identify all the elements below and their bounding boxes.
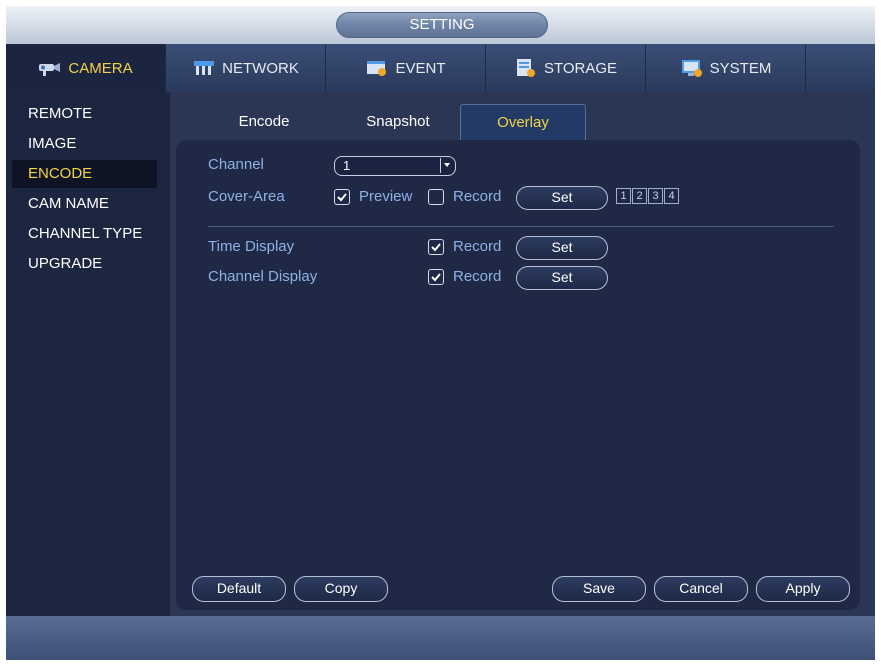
content-area: Encode Snapshot Overlay Channel 1 Cover-… <box>170 92 875 616</box>
check-icon <box>337 193 347 202</box>
tab-label: STORAGE <box>543 59 618 77</box>
cover-area-label: Cover-Area <box>208 188 285 205</box>
time-display-record-label: Record <box>453 238 502 255</box>
cover-record-label: Record <box>453 188 502 205</box>
window-title: SETTING <box>336 12 548 38</box>
channel-display-record-label: Record <box>453 268 502 285</box>
camera-icon <box>38 58 62 78</box>
channel-label: Channel <box>208 156 264 173</box>
cover-area-set-button[interactable]: Set <box>516 186 608 210</box>
cover-record-checkbox[interactable] <box>428 189 444 205</box>
sidebar-item-channel-type[interactable]: CHANNEL TYPE <box>12 220 157 248</box>
cover-region-4[interactable]: 4 <box>664 188 679 204</box>
channel-display-set-button[interactable]: Set <box>516 266 608 290</box>
bottom-bar <box>6 616 875 660</box>
time-display-record-checkbox[interactable] <box>428 239 444 255</box>
cover-preview-checkbox[interactable] <box>334 189 350 205</box>
time-display-set-button[interactable]: Set <box>516 236 608 260</box>
default-button[interactable]: Default <box>192 576 286 602</box>
tab-label: NETWORK <box>222 59 299 77</box>
tab-storage[interactable]: STORAGE <box>486 44 646 92</box>
channel-value: 1 <box>343 158 351 173</box>
subtab-encode[interactable]: Encode <box>204 104 324 140</box>
tab-camera[interactable]: CAMERA <box>6 44 166 92</box>
channel-display-label: Channel Display <box>208 268 318 285</box>
check-icon <box>431 273 441 282</box>
apply-button[interactable]: Apply <box>756 576 850 602</box>
chevron-down-icon <box>440 158 454 173</box>
main-tab-bar: CAMERA NETWORK EVENT STORAGE SYSTEM <box>6 44 875 93</box>
check-icon <box>431 243 441 252</box>
tab-event[interactable]: EVENT <box>326 44 486 92</box>
save-button[interactable]: Save <box>552 576 646 602</box>
tab-label: SYSTEM <box>709 59 772 77</box>
sidebar: REMOTE IMAGE ENCODE CAM NAME CHANNEL TYP… <box>6 92 170 616</box>
sidebar-item-remote[interactable]: REMOTE <box>12 100 157 128</box>
cancel-button[interactable]: Cancel <box>654 576 748 602</box>
time-display-label: Time Display <box>208 238 295 255</box>
cover-region-1[interactable]: 1 <box>616 188 631 204</box>
channel-display-record-checkbox[interactable] <box>428 269 444 285</box>
tab-label: CAMERA <box>68 59 133 77</box>
channel-select[interactable]: 1 <box>334 156 456 176</box>
sidebar-item-encode[interactable]: ENCODE <box>12 160 157 188</box>
sidebar-item-image[interactable]: IMAGE <box>12 130 157 158</box>
setting-window: SETTING CAMERA NETWORK EVENT STORAGE SYS… <box>6 6 875 660</box>
network-icon <box>192 58 216 78</box>
tab-label: EVENT <box>395 59 446 77</box>
sidebar-item-cam-name[interactable]: CAM NAME <box>12 190 157 218</box>
tab-network[interactable]: NETWORK <box>166 44 326 92</box>
sidebar-item-upgrade[interactable]: UPGRADE <box>12 250 157 278</box>
cover-preview-label: Preview <box>359 188 413 205</box>
title-bar: SETTING <box>6 6 875 44</box>
copy-button[interactable]: Copy <box>294 576 388 602</box>
storage-icon <box>514 58 538 78</box>
system-icon <box>680 58 704 78</box>
subtab-snapshot[interactable]: Snapshot <box>338 104 458 140</box>
subtab-overlay[interactable]: Overlay <box>460 104 586 140</box>
section-divider <box>208 226 834 227</box>
cover-region-3[interactable]: 3 <box>648 188 663 204</box>
event-icon <box>365 58 389 78</box>
overlay-panel: Channel 1 Cover-Area Preview Record Set … <box>176 140 860 610</box>
cover-region-2[interactable]: 2 <box>632 188 647 204</box>
tab-system[interactable]: SYSTEM <box>646 44 806 92</box>
